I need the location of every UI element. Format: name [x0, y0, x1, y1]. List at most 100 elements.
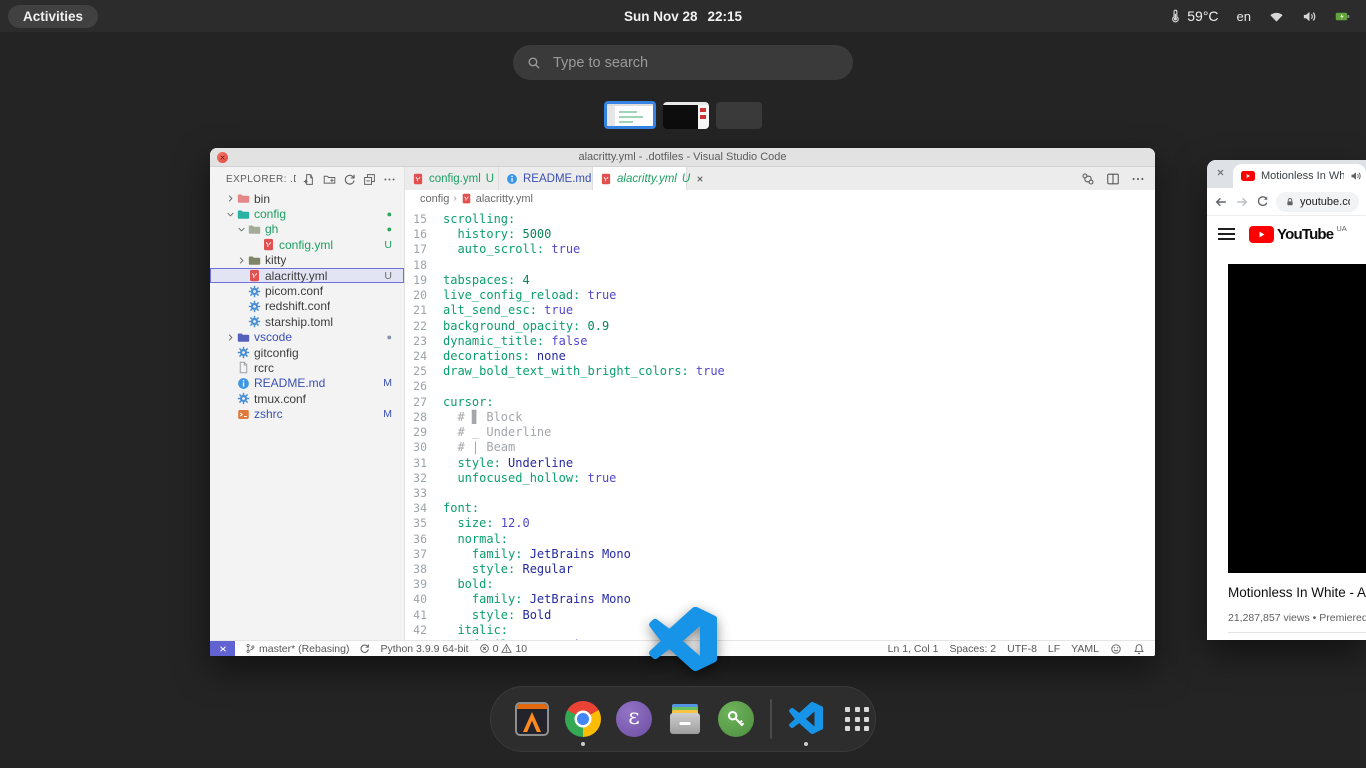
chrome-active-tab[interactable]: Motionless In White - / [1233, 164, 1366, 188]
code-line[interactable]: 42 italic: [405, 623, 1155, 638]
tree-item-config[interactable]: config● [210, 206, 404, 221]
dock-item-emacs[interactable]: ε [614, 690, 654, 748]
code-editor[interactable]: 15scrolling: 16 history: 5000 17 auto_sc… [405, 207, 1155, 640]
tree-item-tmux-conf[interactable]: tmux.conf [210, 391, 404, 406]
cursor-position[interactable]: Ln 1, Col 1 [888, 643, 939, 655]
dock-item-files[interactable] [665, 690, 705, 748]
tree-item-alacritty-yml-selected[interactable]: alacritty.ymlU [210, 268, 404, 283]
remote-indicator[interactable] [210, 641, 235, 657]
code-line[interactable]: 34font: [405, 501, 1155, 516]
volume-icon[interactable] [1302, 9, 1317, 24]
breadcrumb-file[interactable]: alacritty.yml [476, 193, 533, 205]
split-editor-icon[interactable] [1106, 172, 1120, 186]
hamburger-menu-icon[interactable] [1218, 225, 1235, 242]
code-line[interactable]: 21alt_send_esc: true [405, 303, 1155, 318]
code-line[interactable]: 36 normal: [405, 532, 1155, 547]
back-icon[interactable] [1214, 195, 1228, 209]
tree-item-gitconfig[interactable]: gitconfig [210, 345, 404, 360]
code-line[interactable]: 41 style: Bold [405, 608, 1155, 623]
chrome-window[interactable]: Motionless In White - / youtube.com/wa Y… [1207, 160, 1366, 640]
tab-close-icon[interactable] [696, 175, 704, 183]
code-line[interactable]: 25draw_bold_text_with_bright_colors: tru… [405, 364, 1155, 379]
tab-config-yml[interactable]: config.ymlU [405, 167, 499, 190]
vscode-window[interactable]: alacritty.yml - .dotfiles - Visual Studi… [210, 148, 1155, 656]
code-line[interactable]: 37 family: JetBrains Mono [405, 547, 1155, 562]
dock-item-vscode[interactable] [786, 690, 826, 748]
code-line[interactable]: 24decorations: none [405, 349, 1155, 364]
code-line[interactable]: 38 style: Regular [405, 562, 1155, 577]
notifications-bell-icon[interactable] [1133, 643, 1145, 655]
tree-item-gh[interactable]: gh● [210, 222, 404, 237]
battery-icon[interactable] [1335, 9, 1350, 24]
activities-button[interactable]: Activities [8, 5, 98, 28]
code-line[interactable]: 33 [405, 486, 1155, 501]
dock-item-alacritty[interactable] [512, 690, 552, 748]
code-line[interactable]: 18 [405, 258, 1155, 273]
dock-item-chrome[interactable] [563, 690, 603, 748]
feedback-icon[interactable] [1110, 643, 1122, 655]
new-folder-icon[interactable] [323, 173, 336, 186]
tree-item-bin[interactable]: bin [210, 191, 404, 206]
encoding[interactable]: UTF-8 [1007, 643, 1037, 655]
code-line[interactable]: 31 style: Underline [405, 456, 1155, 471]
vscode-titlebar[interactable]: alacritty.yml - .dotfiles - Visual Studi… [210, 148, 1155, 167]
code-line[interactable]: 23dynamic_title: false [405, 334, 1155, 349]
breadcrumb[interactable]: config › alacritty.yml [405, 190, 1155, 207]
code-line[interactable]: 40 family: JetBrains Mono [405, 592, 1155, 607]
code-line[interactable]: 20live_config_reload: true [405, 288, 1155, 303]
dock-item-show-applications[interactable] [837, 690, 877, 748]
code-line[interactable]: 15scrolling: [405, 212, 1155, 227]
code-line[interactable]: 35 size: 12.0 [405, 516, 1155, 531]
code-line[interactable]: 28 # ▋ Block [405, 410, 1155, 425]
collapse-folders-icon[interactable] [363, 173, 376, 186]
workspace-thumbnail-3-empty[interactable] [716, 102, 762, 129]
adjacent-tab-close-icon[interactable] [1216, 168, 1225, 177]
code-line[interactable]: 22background_opacity: 0.9 [405, 319, 1155, 334]
code-line[interactable]: 19tabspaces: 4 [405, 273, 1155, 288]
more-actions-icon[interactable] [383, 173, 396, 186]
new-file-icon[interactable] [303, 173, 316, 186]
tab-alacritty-yml-active[interactable]: alacritty.ymlU [593, 167, 687, 190]
workspace-thumbnail-2[interactable] [663, 102, 709, 129]
python-interpreter[interactable]: Python 3.9.9 64-bit [380, 643, 468, 655]
tree-item-starship-toml[interactable]: starship.toml [210, 314, 404, 329]
address-bar[interactable]: youtube.com/wa [1276, 192, 1359, 212]
search-input[interactable] [551, 54, 839, 72]
more-actions-icon[interactable] [1131, 172, 1145, 186]
refresh-icon[interactable] [343, 173, 356, 186]
sync-icon[interactable] [359, 643, 370, 654]
vscode-app-icon-overlay[interactable] [649, 607, 717, 679]
breadcrumb-folder[interactable]: config [420, 193, 449, 205]
code-line[interactable]: 17 auto_scroll: true [405, 242, 1155, 257]
window-close-button[interactable] [217, 152, 228, 163]
system-status-area[interactable]: 59°C en [1168, 8, 1366, 24]
tree-item-rcrc[interactable]: rcrc [210, 360, 404, 375]
tree-item-redshift-conf[interactable]: redshift.conf [210, 299, 404, 314]
keyboard-layout-indicator[interactable]: en [1237, 9, 1251, 24]
overview-search[interactable] [513, 45, 853, 80]
code-line[interactable]: 27cursor: [405, 395, 1155, 410]
code-line[interactable]: 30 # | Beam [405, 440, 1155, 455]
tab-audio-icon[interactable] [1350, 170, 1362, 182]
code-line[interactable]: 39 bold: [405, 577, 1155, 592]
language-mode[interactable]: YAML [1071, 643, 1099, 655]
clock[interactable]: Sun Nov 28 22:15 [624, 9, 742, 24]
dock-item-keepassxc[interactable] [716, 690, 756, 748]
problems-status[interactable]: 0 10 [479, 643, 528, 655]
tree-item-vscode[interactable]: vscode● [210, 330, 404, 345]
tree-item-kitty[interactable]: kitty [210, 253, 404, 268]
tree-item-zshrc[interactable]: zshrcM [210, 406, 404, 421]
workspace-thumbnail-1-active[interactable] [604, 101, 656, 129]
wifi-icon[interactable] [1269, 9, 1284, 24]
code-line[interactable]: 32 unfocused_hollow: true [405, 471, 1155, 486]
code-line[interactable]: 26 [405, 379, 1155, 394]
forward-icon[interactable] [1235, 195, 1249, 209]
tree-item-readme-md[interactable]: README.mdM [210, 376, 404, 391]
tree-item-config-yml[interactable]: config.ymlU [210, 237, 404, 252]
code-line[interactable]: 29 # _ Underline [405, 425, 1155, 440]
reload-icon[interactable] [1256, 195, 1269, 208]
video-player[interactable] [1228, 264, 1366, 573]
youtube-logo[interactable]: YouTube UA [1249, 226, 1347, 243]
tree-item-picom-conf[interactable]: picom.conf [210, 283, 404, 298]
code-line[interactable]: 16 history: 5000 [405, 227, 1155, 242]
